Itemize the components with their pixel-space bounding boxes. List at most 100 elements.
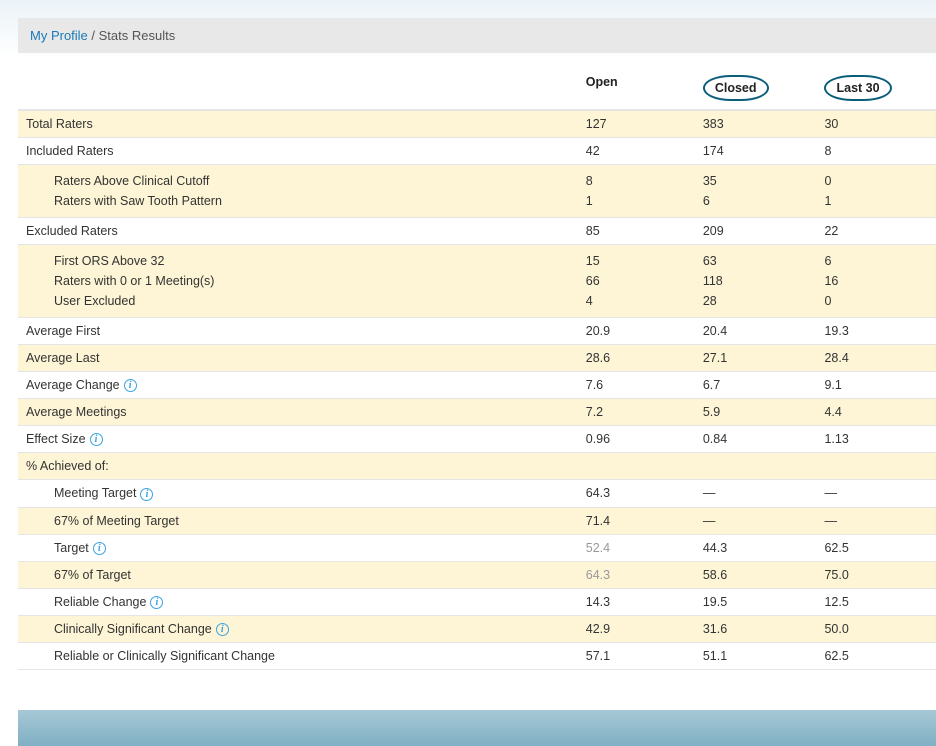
- row-reliable-change: Reliable Changei 14.3 19.5 12.5: [18, 588, 936, 615]
- info-icon[interactable]: i: [90, 433, 103, 446]
- col-header-empty: [18, 67, 578, 110]
- val-rel-or-clin-closed: 51.1: [695, 643, 817, 670]
- label-avg-meetings: Average Meetings: [18, 399, 578, 426]
- val-clin-sig-change-closed: 31.6: [695, 616, 817, 643]
- val-reliable-change-last30: 12.5: [816, 588, 936, 615]
- info-icon[interactable]: i: [216, 623, 229, 636]
- val-excluded-raters-last30: 22: [816, 218, 936, 245]
- val-avg-last-closed: 27.1: [695, 345, 817, 372]
- val-total-raters-open: 127: [578, 110, 695, 138]
- row-meeting-target: Meeting Targeti 64.3 — —: [18, 480, 936, 507]
- val-total-raters-closed: 383: [695, 110, 817, 138]
- val-avg-last-open: 28.6: [578, 345, 695, 372]
- val-67-target-open: 64.3: [578, 561, 695, 588]
- val-effect-size-last30: 1.13: [816, 426, 936, 453]
- label-avg-change: Average Changei: [18, 372, 578, 399]
- val-clin-sig-change-open: 42.9: [578, 616, 695, 643]
- val-avg-change-closed: 6.7: [695, 372, 817, 399]
- val-rel-or-clin-open: 57.1: [578, 643, 695, 670]
- val-avg-first-last30: 19.3: [816, 318, 936, 345]
- info-icon[interactable]: i: [93, 542, 106, 555]
- val-meeting-target-last30: —: [816, 480, 936, 507]
- val-target-last30: 62.5: [816, 534, 936, 561]
- val-avg-first-open: 20.9: [578, 318, 695, 345]
- label-clin-sig-change: Clinically Significant Changei: [18, 616, 578, 643]
- breadcrumb-separator: /: [88, 28, 99, 43]
- val-excluded-sub-open: 15 66 4: [578, 245, 695, 318]
- label-included-sub: Raters Above Clinical Cutoff Raters with…: [18, 165, 578, 218]
- row-included-sub: Raters Above Clinical Cutoff Raters with…: [18, 165, 936, 218]
- label-67-meeting-target: 67% of Meeting Target: [18, 507, 578, 534]
- val-excluded-raters-open: 85: [578, 218, 695, 245]
- val-included-raters-closed: 174: [695, 138, 817, 165]
- val-67-target-closed: 58.6: [695, 561, 817, 588]
- row-avg-change: Average Changei 7.6 6.7 9.1: [18, 372, 936, 399]
- info-icon[interactable]: i: [140, 488, 153, 501]
- val-included-raters-last30: 8: [816, 138, 936, 165]
- val-excluded-sub-last30: 6 16 0: [816, 245, 936, 318]
- row-clin-sig-change: Clinically Significant Changei 42.9 31.6…: [18, 616, 936, 643]
- val-included-sub-closed: 35 6: [695, 165, 817, 218]
- label-included-raters: Included Raters: [18, 138, 578, 165]
- label-pct-achieved: % Achieved of:: [18, 453, 578, 480]
- col-header-open: Open: [578, 67, 695, 110]
- val-target-closed: 44.3: [695, 534, 817, 561]
- val-avg-change-last30: 9.1: [816, 372, 936, 399]
- label-saw-tooth: Raters with Saw Tooth Pattern: [54, 191, 570, 211]
- val-rel-or-clin-last30: 62.5: [816, 643, 936, 670]
- label-meeting-target: Meeting Targeti: [18, 480, 578, 507]
- info-icon[interactable]: i: [124, 379, 137, 392]
- label-67-target: 67% of Target: [18, 561, 578, 588]
- val-67-meeting-target-closed: —: [695, 507, 817, 534]
- label-excluded-sub: First ORS Above 32 Raters with 0 or 1 Me…: [18, 245, 578, 318]
- label-total-raters: Total Raters: [18, 110, 578, 138]
- val-excluded-raters-closed: 209: [695, 218, 817, 245]
- info-icon[interactable]: i: [150, 596, 163, 609]
- val-67-meeting-target-last30: —: [816, 507, 936, 534]
- val-avg-meetings-last30: 4.4: [816, 399, 936, 426]
- row-included-raters: Included Raters 42 174 8: [18, 138, 936, 165]
- label-first-ors: First ORS Above 32: [54, 251, 570, 271]
- val-meeting-target-open: 64.3: [578, 480, 695, 507]
- label-avg-first: Average First: [18, 318, 578, 345]
- row-pct-achieved: % Achieved of:: [18, 453, 936, 480]
- row-67-meeting-target: 67% of Meeting Target 71.4 — —: [18, 507, 936, 534]
- row-excluded-raters: Excluded Raters 85 209 22: [18, 218, 936, 245]
- val-67-target-last30: 75.0: [816, 561, 936, 588]
- label-avg-last: Average Last: [18, 345, 578, 372]
- circle-last30: Last 30: [824, 75, 891, 101]
- val-meeting-target-closed: —: [695, 480, 817, 507]
- val-clin-sig-change-last30: 50.0: [816, 616, 936, 643]
- page-container: My Profile / Stats Results Open Closed L…: [0, 0, 936, 746]
- row-excluded-sub: First ORS Above 32 Raters with 0 or 1 Me…: [18, 245, 936, 318]
- val-avg-meetings-closed: 5.9: [695, 399, 817, 426]
- label-rel-or-clin: Reliable or Clinically Significant Chang…: [18, 643, 578, 670]
- table-header-row: Open Closed Last 30: [18, 67, 936, 110]
- breadcrumb-link-my-profile[interactable]: My Profile: [30, 28, 88, 43]
- breadcrumb-current: Stats Results: [99, 28, 176, 43]
- circle-closed: Closed: [703, 75, 769, 101]
- label-clinical-cutoff: Raters Above Clinical Cutoff: [54, 171, 570, 191]
- val-effect-size-closed: 0.84: [695, 426, 817, 453]
- label-zero-one-meetings: Raters with 0 or 1 Meeting(s): [54, 271, 570, 291]
- row-total-raters: Total Raters 127 383 30: [18, 110, 936, 138]
- label-target: Targeti: [18, 534, 578, 561]
- val-total-raters-last30: 30: [816, 110, 936, 138]
- footer-band: [18, 710, 936, 746]
- val-avg-first-closed: 20.4: [695, 318, 817, 345]
- val-avg-last-last30: 28.4: [816, 345, 936, 372]
- val-67-meeting-target-open: 71.4: [578, 507, 695, 534]
- row-67-target: 67% of Target 64.3 58.6 75.0: [18, 561, 936, 588]
- val-avg-meetings-open: 7.2: [578, 399, 695, 426]
- val-avg-change-open: 7.6: [578, 372, 695, 399]
- breadcrumb: My Profile / Stats Results: [18, 18, 936, 53]
- val-excluded-sub-closed: 63 118 28: [695, 245, 817, 318]
- stats-table: Open Closed Last 30 Total Raters 127 383…: [18, 67, 936, 670]
- label-effect-size: Effect Sizei: [18, 426, 578, 453]
- label-reliable-change: Reliable Changei: [18, 588, 578, 615]
- val-effect-size-open: 0.96: [578, 426, 695, 453]
- label-excluded-raters: Excluded Raters: [18, 218, 578, 245]
- col-header-last30: Last 30: [816, 67, 936, 110]
- row-effect-size: Effect Sizei 0.96 0.84 1.13: [18, 426, 936, 453]
- val-included-raters-open: 42: [578, 138, 695, 165]
